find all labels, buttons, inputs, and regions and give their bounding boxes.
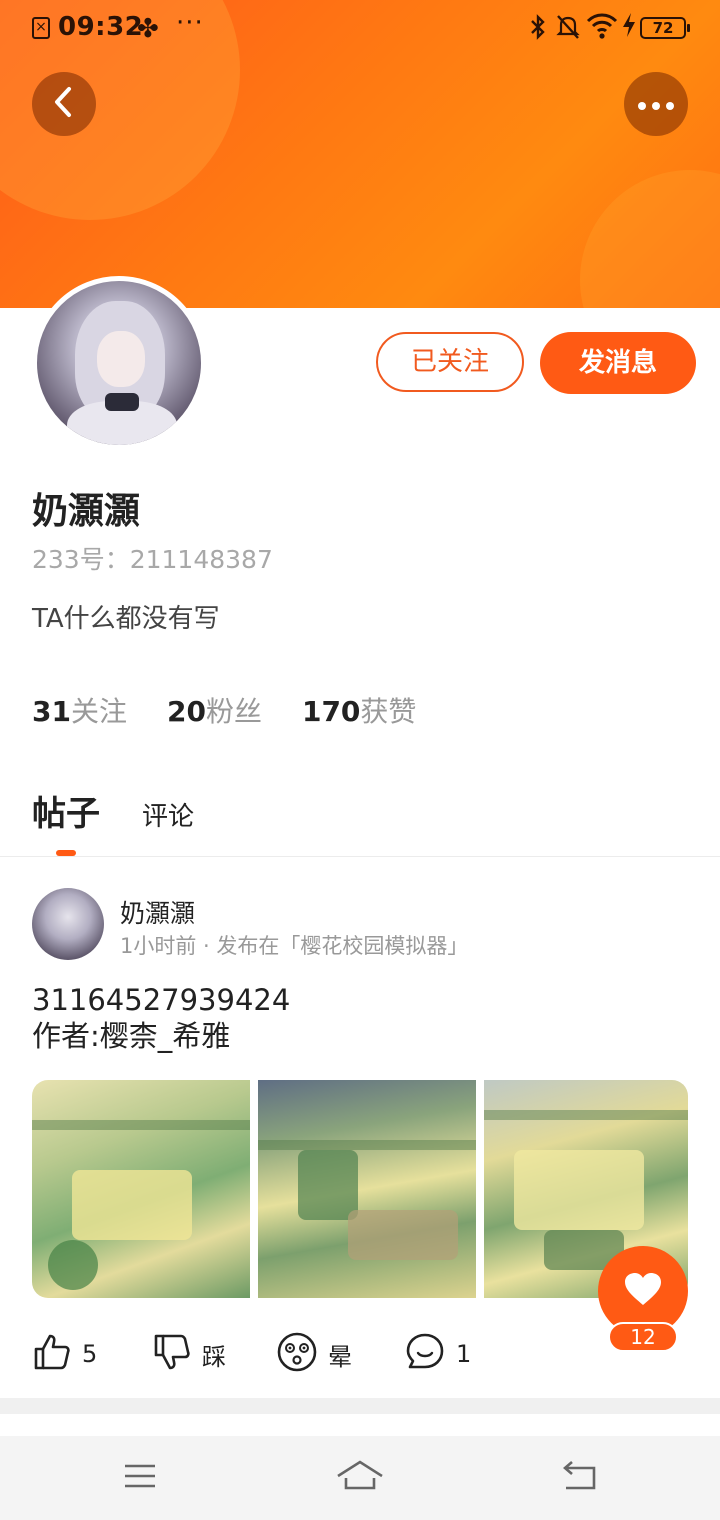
bell-muted-icon	[556, 14, 580, 46]
system-nav-bar	[0, 1436, 720, 1520]
image-detail	[48, 1240, 98, 1290]
stat-label: 粉丝	[205, 695, 262, 728]
nav-back-button[interactable]	[560, 1456, 600, 1500]
image-detail	[484, 1110, 688, 1120]
dislike-button[interactable]: 踩	[152, 1330, 226, 1378]
divider	[0, 856, 720, 857]
image-detail	[514, 1150, 644, 1230]
image-detail	[72, 1170, 192, 1240]
nav-menu-button[interactable]	[122, 1456, 158, 1500]
profile-name: 奶灝灝	[32, 491, 141, 532]
dizzy-face-icon	[276, 1331, 318, 1377]
stat-number: 31	[32, 695, 71, 728]
stat-label: 关注	[70, 695, 127, 728]
post-image[interactable]	[32, 1080, 250, 1298]
like-button[interactable]: 5	[32, 1330, 97, 1378]
image-detail	[32, 1120, 250, 1130]
post-avatar[interactable]	[32, 888, 104, 960]
dizzy-button[interactable]: 晕	[276, 1330, 352, 1378]
tab-posts[interactable]: 帖子	[32, 786, 100, 835]
stat-number: 20	[166, 695, 206, 728]
back-button[interactable]	[32, 72, 96, 136]
followed-button[interactable]: 已关注	[376, 332, 524, 392]
post-meta: 1小时前 · 发布在「樱花校园模拟器」	[120, 934, 469, 958]
section-divider	[0, 1398, 720, 1414]
post-image[interactable]	[258, 1080, 476, 1298]
nav-home-button[interactable]	[336, 1456, 384, 1500]
avatar-art	[97, 331, 145, 387]
stat-number: 170	[301, 695, 361, 728]
image-detail	[258, 1140, 476, 1150]
avatar[interactable]	[32, 276, 206, 450]
more-dots-icon	[635, 95, 677, 114]
wifi-icon	[586, 12, 618, 47]
stat-label: 获赞	[360, 695, 417, 728]
content-tabs: 帖子 评论	[32, 786, 194, 835]
thumbs-down-icon	[152, 1332, 192, 1376]
tab-comments[interactable]: 评论	[142, 796, 194, 833]
comment-button[interactable]: 1	[404, 1330, 471, 1378]
menu-icon	[122, 1464, 158, 1500]
profile-bio: TA什么都没有写	[32, 604, 220, 634]
fan-icon: ✤	[137, 14, 159, 44]
like-count: 5	[82, 1340, 98, 1368]
profile-id: 233号：211148387	[32, 545, 273, 574]
heart-icon	[623, 1271, 663, 1311]
stat-following[interactable]: 31关注	[32, 690, 127, 730]
post-text-line: 作者:樱柰_希雅	[32, 1019, 231, 1053]
post-text-line: 31164527939424	[32, 983, 291, 1017]
image-detail	[348, 1210, 458, 1260]
thumbs-up-icon	[32, 1332, 72, 1376]
float-like-count: 12	[608, 1322, 678, 1352]
dislike-label: 踩	[202, 1342, 226, 1371]
back-icon	[560, 1461, 600, 1500]
sim-off-icon: ×	[32, 17, 50, 39]
comment-bubble-icon	[404, 1331, 446, 1377]
comment-count: 1	[456, 1340, 472, 1368]
send-message-button[interactable]: 发消息	[540, 332, 696, 394]
charging-icon	[622, 12, 636, 44]
avatar-art	[105, 393, 139, 411]
stat-followers[interactable]: 20粉丝	[167, 690, 262, 730]
dizzy-label: 晕	[328, 1342, 352, 1371]
back-arrow-icon	[51, 86, 77, 122]
stat-likes[interactable]: 170获赞	[302, 690, 416, 730]
bluetooth-icon	[530, 14, 546, 46]
profile-stats: 31关注 20粉丝 170获赞	[32, 690, 416, 730]
more-button[interactable]	[624, 72, 688, 136]
status-time: 09:32	[58, 12, 144, 42]
post-actions: 5 踩 晕 1	[32, 1330, 592, 1378]
image-detail	[298, 1150, 358, 1220]
post-author[interactable]: 奶灝灝	[120, 894, 195, 930]
post-text[interactable]: 31164527939424 作者:樱柰_希雅	[32, 982, 290, 1054]
banner-decoration	[580, 170, 720, 308]
status-overflow-icon: ···	[176, 8, 204, 38]
home-icon	[336, 1460, 384, 1500]
battery-indicator: 72	[640, 17, 690, 39]
status-bar: × 09:32 ✤ ··· 72	[0, 0, 720, 56]
